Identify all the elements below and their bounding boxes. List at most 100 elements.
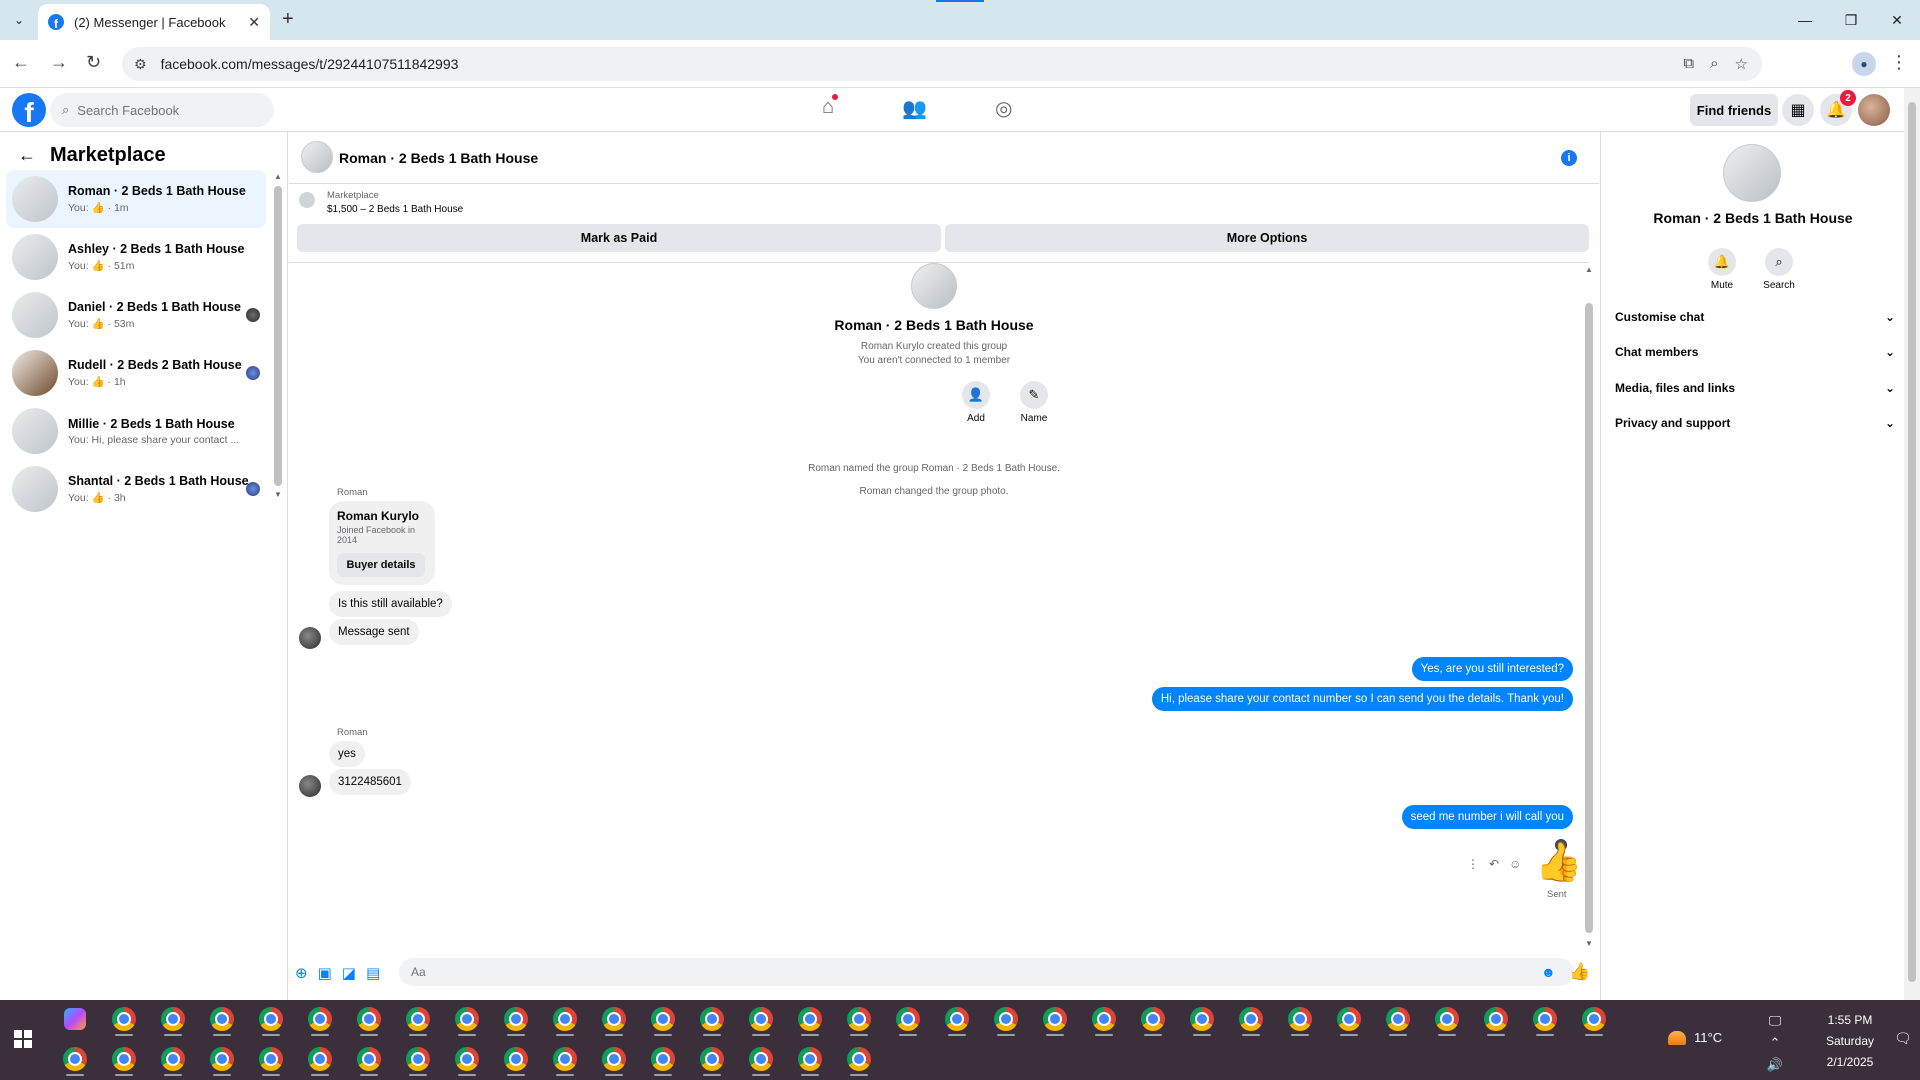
chrome-taskbar-icon[interactable] bbox=[932, 1000, 981, 1038]
like-message-icon[interactable]: 👍 bbox=[1535, 841, 1582, 885]
site-info-icon[interactable]: ⚙ bbox=[134, 56, 147, 73]
chrome-taskbar-icon[interactable] bbox=[687, 1040, 736, 1078]
conversation-item-ashley[interactable]: Ashley · 2 Beds 1 Bath House You: 👍 · 51… bbox=[6, 228, 266, 286]
plus-icon[interactable]: ⊕ bbox=[295, 964, 308, 982]
mark-as-paid-button[interactable]: Mark as Paid bbox=[297, 224, 941, 252]
groups-icon[interactable]: ◎ bbox=[995, 96, 1012, 121]
chrome-taskbar-icon[interactable] bbox=[1373, 1000, 1422, 1038]
close-icon[interactable]: ✕ bbox=[248, 14, 260, 31]
search-input[interactable] bbox=[77, 102, 248, 118]
chrome-taskbar-icon[interactable] bbox=[834, 1040, 883, 1078]
chevron-up-icon[interactable]: ⌃ bbox=[1760, 1032, 1790, 1054]
outgoing-message[interactable]: Hi, please share your contact number so … bbox=[1151, 687, 1573, 711]
window-close-button[interactable]: ✕ bbox=[1874, 0, 1920, 40]
browser-tab-messenger[interactable]: f (2) Messenger | Facebook ✕ bbox=[38, 4, 270, 40]
conversation-item-rudell[interactable]: Rudell · 2 Beds 2 Bath House You: 👍 · 1h bbox=[6, 344, 266, 402]
sender-avatar[interactable] bbox=[299, 775, 321, 797]
conversation-item-roman[interactable]: Roman · 2 Beds 1 Bath House You: 👍 · 1m bbox=[6, 170, 266, 228]
section-media-files-links[interactable]: Media, files and links ⌄ bbox=[1615, 373, 1895, 403]
address-bar[interactable]: ⚙ facebook.com/messages/t/29244107511842… bbox=[122, 47, 1762, 81]
chrome-taskbar-icon[interactable] bbox=[1226, 1000, 1275, 1038]
forward-button[interactable]: → bbox=[50, 52, 68, 73]
back-button[interactable]: ← bbox=[12, 52, 30, 73]
section-customise-chat[interactable]: Customise chat ⌄ bbox=[1615, 302, 1895, 332]
chrome-taskbar-icon[interactable] bbox=[540, 1040, 589, 1078]
chrome-taskbar-icon[interactable] bbox=[540, 1000, 589, 1038]
conversation-list-scrollbar[interactable]: ▲ ▼ bbox=[272, 172, 284, 504]
photo-icon[interactable]: ▣ bbox=[318, 964, 332, 982]
scrollbar-thumb[interactable] bbox=[274, 186, 282, 486]
incoming-message[interactable]: Message sent bbox=[329, 619, 419, 645]
home-icon[interactable]: ⌂ bbox=[822, 94, 839, 121]
reply-icon[interactable]: ↶ bbox=[1489, 857, 1499, 871]
scroll-down-icon[interactable]: ▼ bbox=[274, 490, 282, 499]
chrome-taskbar-icon[interactable] bbox=[1177, 1000, 1226, 1038]
chrome-taskbar-icon[interactable] bbox=[638, 1000, 687, 1038]
tab-search-button[interactable]: ⌄ bbox=[6, 8, 32, 32]
search-chat-button[interactable]: ⌕ Search bbox=[1754, 248, 1804, 291]
chrome-taskbar-icon[interactable] bbox=[736, 1040, 785, 1078]
marketplace-listing-bar[interactable]: Marketplace $1,500 – 2 Beds 1 Bath House bbox=[289, 184, 1599, 215]
menu-grid-icon[interactable]: ▦ bbox=[1782, 94, 1814, 126]
chrome-taskbar-icon[interactable] bbox=[883, 1000, 932, 1038]
chrome-taskbar-icon[interactable] bbox=[50, 1040, 99, 1078]
gif-icon[interactable]: ▤ bbox=[366, 964, 380, 982]
conversation-item-daniel[interactable]: Daniel · 2 Beds 1 Bath House You: 👍 · 53… bbox=[6, 286, 266, 344]
section-privacy-support[interactable]: Privacy and support ⌄ bbox=[1615, 408, 1895, 438]
windows-start-icon[interactable] bbox=[14, 1030, 32, 1048]
scrollbar-thumb[interactable] bbox=[1585, 303, 1593, 933]
message-input[interactable] bbox=[399, 958, 1574, 986]
incoming-message[interactable]: yes bbox=[329, 741, 365, 767]
section-chat-members[interactable]: Chat members ⌄ bbox=[1615, 337, 1895, 367]
chrome-taskbar-icon[interactable] bbox=[148, 1040, 197, 1078]
chrome-taskbar-icon[interactable] bbox=[1471, 1000, 1520, 1038]
outgoing-message[interactable]: seed me number i will call you bbox=[1401, 805, 1573, 829]
chrome-taskbar-icon[interactable] bbox=[687, 1000, 736, 1038]
chrome-taskbar-icon[interactable] bbox=[589, 1040, 638, 1078]
chrome-taskbar-icon[interactable] bbox=[1030, 1000, 1079, 1038]
chrome-taskbar-icon[interactable] bbox=[981, 1000, 1030, 1038]
chat-info-avatar[interactable] bbox=[1723, 144, 1781, 202]
chrome-taskbar-icon[interactable] bbox=[344, 1040, 393, 1078]
back-arrow-icon[interactable]: ← bbox=[18, 145, 36, 166]
send-like-icon[interactable]: 👍 bbox=[1569, 962, 1590, 982]
chrome-taskbar-icon[interactable] bbox=[1569, 1000, 1618, 1038]
chrome-taskbar-icon[interactable] bbox=[834, 1000, 883, 1038]
rename-group-button[interactable]: ✎ Name bbox=[1009, 381, 1059, 424]
chrome-taskbar-icon[interactable] bbox=[442, 1040, 491, 1078]
account-avatar[interactable] bbox=[1858, 94, 1890, 126]
chrome-taskbar-icon[interactable] bbox=[785, 1000, 834, 1038]
chrome-taskbar-icon[interactable] bbox=[1128, 1000, 1177, 1038]
chrome-taskbar-icon[interactable] bbox=[344, 1000, 393, 1038]
react-icon[interactable]: ☺ bbox=[1509, 857, 1521, 871]
chrome-taskbar-icon[interactable] bbox=[393, 1040, 442, 1078]
network-icon[interactable]: 🖵 bbox=[1760, 1010, 1790, 1032]
facebook-logo-icon[interactable]: f bbox=[12, 93, 46, 127]
message-scrollbar[interactable]: ▲ ▼ bbox=[1583, 263, 1595, 953]
volume-icon[interactable]: 🔊 bbox=[1760, 1054, 1790, 1076]
chrome-taskbar-icon[interactable] bbox=[1520, 1000, 1569, 1038]
chrome-taskbar-icon[interactable] bbox=[295, 1000, 344, 1038]
notification-center-icon[interactable]: 🗨 bbox=[1894, 1030, 1912, 1047]
sticker-icon[interactable]: ◪ bbox=[342, 964, 356, 982]
outgoing-message[interactable]: Yes, are you still interested? bbox=[1411, 657, 1573, 681]
browser-menu-icon[interactable]: ⋮ bbox=[1890, 52, 1908, 73]
chrome-taskbar-icon[interactable] bbox=[442, 1000, 491, 1038]
chrome-taskbar-icon[interactable] bbox=[491, 1040, 540, 1078]
chrome-taskbar-icon[interactable] bbox=[1275, 1000, 1324, 1038]
weather-widget[interactable]: 11°C bbox=[1668, 1030, 1722, 1045]
chrome-taskbar-icon[interactable] bbox=[638, 1040, 687, 1078]
new-tab-button[interactable]: + bbox=[282, 8, 294, 31]
chat-avatar[interactable] bbox=[301, 141, 333, 173]
scroll-down-icon[interactable]: ▼ bbox=[1585, 939, 1593, 948]
friends-icon[interactable]: 👥 bbox=[902, 96, 927, 121]
add-member-button[interactable]: 👤 Add bbox=[951, 381, 1001, 424]
conversation-item-shantal[interactable]: Shantal · 2 Beds 1 Bath House You: 👍 · 3… bbox=[6, 460, 266, 518]
buyer-details-button[interactable]: Buyer details bbox=[337, 553, 425, 577]
info-icon[interactable]: i bbox=[1561, 150, 1577, 166]
chrome-taskbar-icon[interactable] bbox=[736, 1000, 785, 1038]
find-friends-button[interactable]: Find friends bbox=[1690, 94, 1778, 126]
chrome-taskbar-icon[interactable] bbox=[295, 1040, 344, 1078]
incoming-message[interactable]: Is this still available? bbox=[329, 591, 452, 617]
chrome-taskbar-icon[interactable] bbox=[589, 1000, 638, 1038]
